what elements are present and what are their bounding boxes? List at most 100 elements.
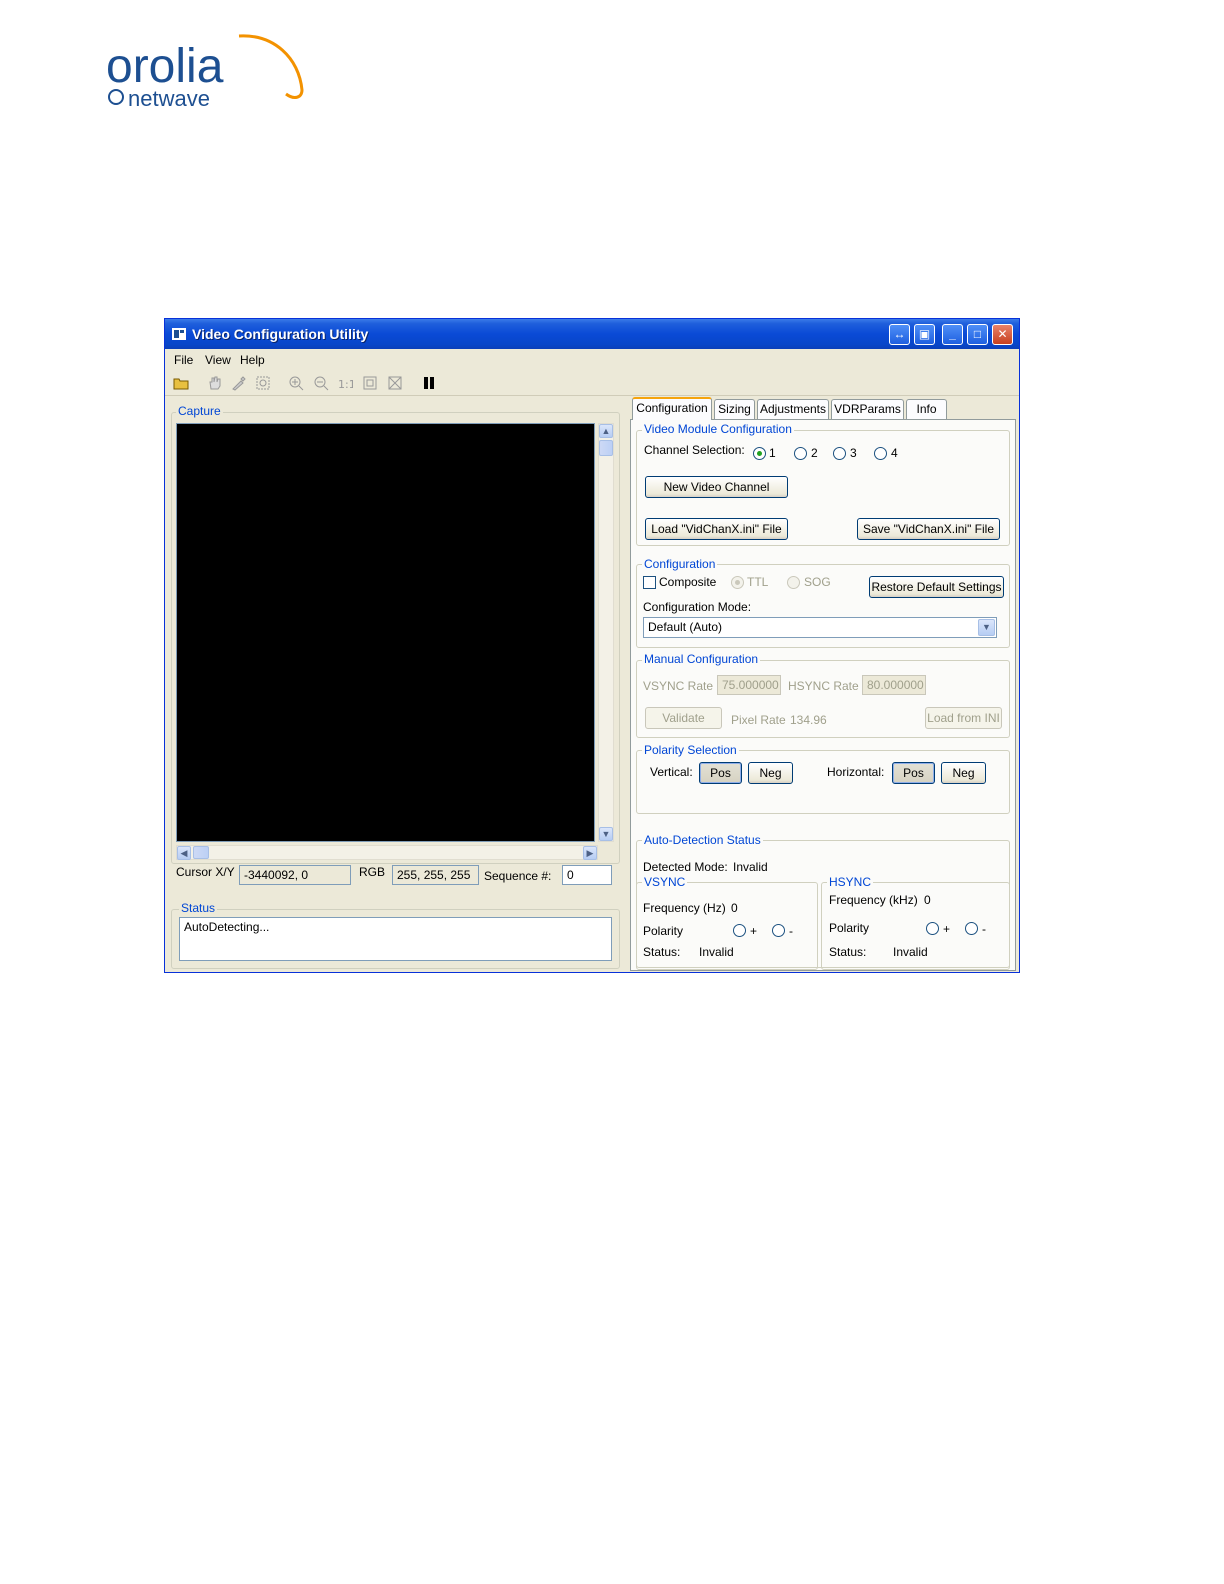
sequence-field[interactable]: 0 bbox=[562, 865, 612, 885]
channel-label-2: 2 bbox=[811, 446, 818, 460]
pause-icon[interactable] bbox=[421, 375, 437, 391]
hsync-label: HSYNC bbox=[827, 875, 874, 889]
pixel-rate-label: Pixel Rate bbox=[731, 713, 786, 727]
hsync-frequency-value: 0 bbox=[924, 893, 931, 907]
capture-screen[interactable] bbox=[176, 423, 595, 842]
composite-label: Composite bbox=[659, 575, 717, 589]
detected-mode-value: Invalid bbox=[733, 860, 768, 874]
channel-radio-4[interactable] bbox=[874, 447, 887, 460]
channel-radio-3[interactable] bbox=[833, 447, 846, 460]
hsync-polarity-minus-radio[interactable] bbox=[965, 922, 978, 935]
zoom-region-icon[interactable] bbox=[255, 375, 271, 391]
maximize-icon[interactable]: □ bbox=[967, 324, 988, 345]
vsync-rate-field[interactable]: 75.000000 bbox=[717, 675, 781, 695]
configuration-label: Configuration bbox=[642, 557, 718, 571]
configuration-mode-select[interactable]: Default (Auto) ▼ bbox=[643, 617, 997, 638]
load-from-ini-button[interactable]: Load from INI bbox=[925, 707, 1002, 729]
composite-checkbox[interactable] bbox=[643, 576, 656, 589]
configuration-mode-value: Default (Auto) bbox=[648, 620, 723, 634]
rgb-field[interactable]: 255, 255, 255 bbox=[392, 865, 479, 885]
tab-adjustments[interactable]: Adjustments bbox=[757, 399, 829, 419]
sog-radio[interactable] bbox=[787, 576, 800, 589]
status-textbox[interactable]: AutoDetecting... bbox=[179, 917, 612, 961]
cursor-field[interactable]: -3440092, 0 bbox=[239, 865, 351, 885]
minimize-icon[interactable]: _ bbox=[942, 324, 963, 345]
hand-pan-icon[interactable] bbox=[207, 375, 223, 391]
menu-help[interactable]: Help bbox=[240, 353, 265, 367]
scroll-right-icon[interactable]: ▶ bbox=[583, 846, 597, 860]
channel-selection-label: Channel Selection: bbox=[644, 443, 745, 457]
hsync-status-label: Status: bbox=[829, 945, 867, 959]
ttl-radio[interactable] bbox=[731, 576, 744, 589]
vertical-polarity-label: Vertical: bbox=[650, 765, 693, 779]
new-video-channel-button[interactable]: New Video Channel bbox=[645, 476, 788, 498]
sequence-label: Sequence #: bbox=[484, 869, 552, 883]
scroll-up-icon[interactable]: ▲ bbox=[599, 424, 613, 438]
video-module-label: Video Module Configuration bbox=[642, 422, 794, 436]
vertical-neg-button[interactable]: Neg bbox=[748, 762, 793, 784]
horizontal-pos-button[interactable]: Pos bbox=[892, 762, 935, 784]
chevron-down-icon[interactable]: ▼ bbox=[978, 619, 995, 636]
vsync-frequency-label: Frequency (Hz) bbox=[643, 901, 726, 915]
scroll-left-icon[interactable]: ◀ bbox=[177, 846, 191, 860]
app-icon bbox=[172, 328, 186, 340]
capture-label: Capture bbox=[176, 404, 223, 418]
capture-horizontal-scrollbar[interactable]: ◀ ▶ bbox=[176, 845, 598, 860]
orolia-netwave-logo: orolia netwave bbox=[104, 28, 314, 110]
hsync-rate-field[interactable]: 80.000000 bbox=[862, 675, 926, 695]
restore-default-settings-button[interactable]: Restore Default Settings bbox=[869, 576, 1004, 598]
close-icon[interactable]: ✕ bbox=[992, 324, 1013, 345]
save-vidchan-file-button[interactable]: Save "VidChanX.ini" File bbox=[857, 518, 1000, 540]
tab-sizing[interactable]: Sizing bbox=[714, 399, 755, 419]
channel-radio-1[interactable] bbox=[753, 447, 766, 460]
actual-size-icon[interactable]: 1:1 bbox=[337, 375, 353, 391]
restore-arrows-icon[interactable]: ↔ bbox=[889, 324, 910, 345]
window-title: Video Configuration Utility bbox=[192, 326, 369, 342]
channel-label-1: 1 bbox=[769, 446, 776, 460]
logo-swoosh bbox=[238, 34, 304, 99]
hsync-status-value: Invalid bbox=[893, 945, 928, 959]
hsync-frequency-label: Frequency (kHz) bbox=[829, 893, 918, 907]
hsync-polarity-label: Polarity bbox=[829, 921, 870, 935]
channel-label-4: 4 bbox=[891, 446, 898, 460]
window-icon[interactable]: ▣ bbox=[914, 324, 935, 345]
fullscreen-icon[interactable] bbox=[387, 375, 403, 391]
open-folder-icon[interactable] bbox=[173, 375, 189, 391]
video-config-window: Video Configuration Utility ↔ ▣ _ □ ✕ Fi… bbox=[164, 318, 1020, 973]
vsync-minus-label: - bbox=[789, 924, 793, 938]
logo-subname: netwave bbox=[128, 86, 210, 110]
zoom-in-icon[interactable] bbox=[288, 375, 304, 391]
scroll-thumb-horizontal[interactable] bbox=[193, 846, 209, 859]
tab-configuration[interactable]: Configuration bbox=[632, 397, 712, 420]
tab-info[interactable]: Info bbox=[906, 399, 947, 419]
scroll-thumb[interactable] bbox=[599, 440, 613, 456]
svg-text:1:1: 1:1 bbox=[338, 378, 353, 391]
vsync-polarity-plus-radio[interactable] bbox=[733, 924, 746, 937]
configuration-tab-panel: Video Module Configuration Channel Selec… bbox=[630, 419, 1016, 971]
ttl-label: TTL bbox=[747, 575, 769, 589]
title-bar[interactable]: Video Configuration Utility ↔ ▣ _ □ ✕ bbox=[165, 319, 1019, 349]
vsync-rate-label: VSYNC Rate bbox=[643, 679, 714, 693]
zoom-out-icon[interactable] bbox=[313, 375, 329, 391]
eyedropper-icon[interactable] bbox=[231, 375, 247, 391]
horizontal-neg-button[interactable]: Neg bbox=[941, 762, 986, 784]
tab-vdrparams[interactable]: VDRParams bbox=[831, 399, 904, 419]
menu-bar: File View Help bbox=[165, 349, 1019, 369]
validate-button[interactable]: Validate bbox=[645, 707, 722, 729]
auto-detection-label: Auto-Detection Status bbox=[642, 833, 763, 847]
capture-vertical-scrollbar[interactable]: ▲ ▼ bbox=[598, 423, 614, 842]
menu-file[interactable]: File bbox=[174, 353, 193, 367]
vsync-frequency-value: 0 bbox=[731, 901, 738, 915]
fit-icon[interactable] bbox=[362, 375, 378, 391]
scroll-down-icon[interactable]: ▼ bbox=[599, 827, 613, 841]
rgb-label: RGB bbox=[359, 865, 386, 879]
hsync-polarity-plus-radio[interactable] bbox=[926, 922, 939, 935]
menu-view[interactable]: View bbox=[205, 353, 231, 367]
vsync-plus-label: + bbox=[750, 924, 758, 938]
vsync-polarity-minus-radio[interactable] bbox=[772, 924, 785, 937]
horizontal-polarity-label: Horizontal: bbox=[827, 765, 885, 779]
cursor-label: Cursor X/Y bbox=[176, 865, 235, 879]
channel-radio-2[interactable] bbox=[794, 447, 807, 460]
load-vidchan-file-button[interactable]: Load "VidChanX.ini" File bbox=[645, 518, 788, 540]
vertical-pos-button[interactable]: Pos bbox=[699, 762, 742, 784]
